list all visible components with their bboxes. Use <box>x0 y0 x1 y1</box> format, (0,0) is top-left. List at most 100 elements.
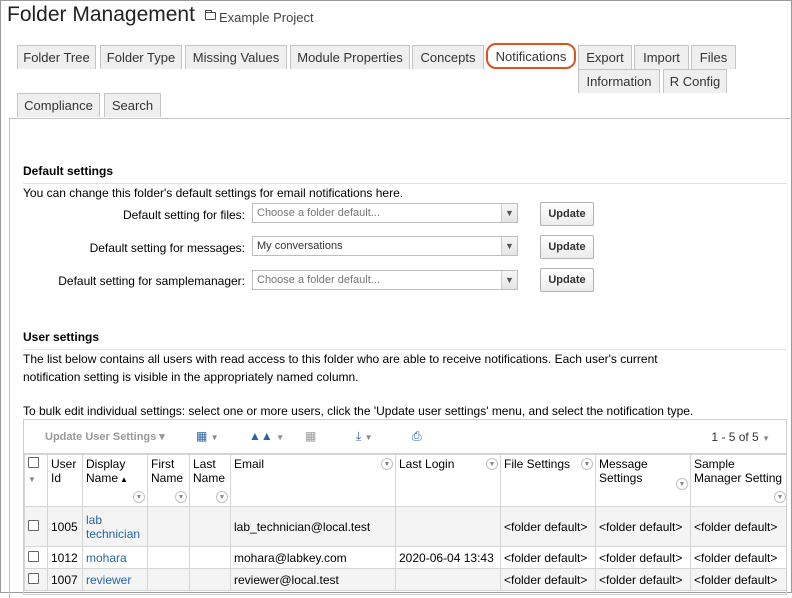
column-header-user-id[interactable]: User Id <box>47 454 83 507</box>
tab-files[interactable]: Files <box>691 45 736 69</box>
row-checkbox[interactable] <box>28 550 39 562</box>
column-header-last-login[interactable]: Last Login ▼ <box>395 454 501 507</box>
column-menu-icon[interactable]: ▼ <box>581 458 593 470</box>
tab-folder-type[interactable]: Folder Type <box>100 45 182 69</box>
update-files-button[interactable]: Update <box>540 202 594 226</box>
file-settings-cell: <folder default> <box>500 568 596 591</box>
tab-search[interactable]: Search <box>104 93 161 117</box>
download-icon[interactable]: ⤓ ▼ <box>356 429 373 444</box>
sample-manager-cell: <folder default> <box>690 506 786 547</box>
message-settings-cell: <folder default> <box>595 568 691 591</box>
column-menu-icon[interactable]: ▼ <box>774 491 786 503</box>
select-all-header[interactable]: ▼ <box>24 454 48 507</box>
select-all-checkbox[interactable] <box>28 457 39 468</box>
update-user-settings-menu[interactable]: Update User Settings ▾ <box>45 430 165 443</box>
row-checkbox-cell[interactable] <box>24 568 48 591</box>
column-header-display-name[interactable]: Display Name ▲ ▼ <box>82 454 148 507</box>
divider <box>23 183 787 184</box>
first-name-cell <box>147 568 190 591</box>
table-row: 1012 mohara mohara@labkey.com 2020-06-04… <box>24 546 786 569</box>
grid-view-icon[interactable]: ▦ ▼ <box>196 429 219 443</box>
messages-default-select[interactable]: My conversations ▼ <box>252 236 518 256</box>
last-login-cell <box>395 506 501 547</box>
user-settings-description-2: notification setting is visible in the a… <box>23 370 359 384</box>
column-header-first-name[interactable]: First Name ▼ <box>147 454 190 507</box>
tab-folder-tree[interactable]: Folder Tree <box>17 45 96 69</box>
column-menu-icon[interactable]: ▼ <box>486 458 498 470</box>
last-name-cell <box>189 546 231 569</box>
display-name-cell[interactable]: mohara <box>82 546 148 569</box>
file-settings-cell: <folder default> <box>500 546 596 569</box>
column-menu-icon[interactable]: ▼ <box>216 491 228 503</box>
tab-module-properties[interactable]: Module Properties <box>290 45 410 69</box>
chart-icon[interactable]: ▲▲ ▼ <box>249 429 284 443</box>
user-settings-description-1: The list below contains all users with r… <box>23 352 658 366</box>
project-breadcrumb[interactable]: Example Project <box>204 10 314 25</box>
column-menu-icon[interactable]: ▼ <box>133 491 145 503</box>
row-checkbox-cell[interactable] <box>24 546 48 569</box>
grid-toolbar: Update User Settings ▾ ▦ ▼ ▲▲ ▼ ▦ ⤓ ▼ ⎙ … <box>24 420 786 454</box>
user-id-cell: 1012 <box>47 546 83 569</box>
project-name[interactable]: Example Project <box>219 10 314 25</box>
messages-default-label: Default setting for messages: <box>89 241 245 255</box>
column-menu-icon[interactable]: ▼ <box>175 491 187 503</box>
row-checkbox[interactable] <box>28 572 39 584</box>
trash-icon[interactable]: ▦ <box>305 429 316 443</box>
column-menu-icon[interactable]: ▼ <box>676 478 688 490</box>
pagination-menu[interactable]: 1 - 5 of 5 ▼ <box>711 430 770 444</box>
last-login-cell <box>395 568 501 591</box>
tab-import[interactable]: Import <box>634 45 689 69</box>
display-name-link[interactable]: reviewer <box>86 573 131 587</box>
update-samplemanager-button[interactable]: Update <box>540 268 594 292</box>
last-login-cell: 2020-06-04 13:43 <box>395 546 501 569</box>
column-header-last-name[interactable]: Last Name ▼ <box>189 454 231 507</box>
update-messages-button[interactable]: Update <box>540 235 594 259</box>
user-settings-title: User settings <box>23 330 100 344</box>
email-cell: lab_technician@local.test <box>230 506 396 547</box>
file-settings-cell: <folder default> <box>500 506 596 547</box>
select-value: My conversations <box>257 240 343 252</box>
user-id-cell: 1007 <box>47 568 83 591</box>
tab-information[interactable]: Information <box>578 69 660 93</box>
select-value: Choose a folder default... <box>257 207 380 219</box>
column-header-email[interactable]: Email ▼ <box>230 454 396 507</box>
samplemanager-default-select[interactable]: Choose a folder default... ▼ <box>252 270 518 290</box>
tab-export[interactable]: Export <box>578 45 632 69</box>
tab-missing-values[interactable]: Missing Values <box>185 45 287 69</box>
email-cell: mohara@labkey.com <box>230 546 396 569</box>
sample-manager-cell: <folder default> <box>690 568 786 591</box>
default-settings-description: You can change this folder's default set… <box>23 186 404 200</box>
sort-ascending-icon: ▲ <box>120 475 128 484</box>
display-name-cell[interactable]: lab technician <box>82 506 148 547</box>
tab-notifications[interactable]: Notifications <box>486 43 576 69</box>
user-id-cell: 1005 <box>47 506 83 547</box>
row-checkbox-cell[interactable] <box>24 506 48 547</box>
print-icon[interactable]: ⎙ <box>412 429 422 444</box>
display-name-link[interactable]: lab technician <box>86 513 140 541</box>
display-name-link[interactable]: mohara <box>86 551 127 565</box>
table-header-row: ▼ User Id Display Name ▲ ▼ First Name ▼ Las… <box>24 454 786 507</box>
chevron-down-icon[interactable]: ▼ <box>501 237 517 255</box>
column-menu-icon[interactable]: ▼ <box>381 458 393 470</box>
column-header-message-settings[interactable]: Message Settings ▼ <box>595 454 691 507</box>
chevron-down-icon[interactable]: ▼ <box>501 271 517 289</box>
column-header-sample-manager-setting[interactable]: Sample Manager Setting ▼ <box>690 454 786 507</box>
default-settings-title: Default settings <box>23 164 114 178</box>
tab-r-config[interactable]: R Config <box>663 69 727 93</box>
divider <box>23 349 787 350</box>
page-title: Folder Management <box>7 3 195 26</box>
select-value: Choose a folder default... <box>257 274 380 286</box>
email-cell: reviewer@local.test <box>230 568 396 591</box>
column-header-file-settings[interactable]: File Settings ▼ <box>500 454 596 507</box>
user-settings-grid: Update User Settings ▾ ▦ ▼ ▲▲ ▼ ▦ ⤓ ▼ ⎙ … <box>23 419 787 595</box>
first-name-cell <box>147 506 190 547</box>
display-name-cell[interactable]: reviewer <box>82 568 148 591</box>
table-row: 1007 reviewer reviewer@local.test <folde… <box>24 568 786 591</box>
tab-concepts[interactable]: Concepts <box>412 45 484 69</box>
row-checkbox[interactable] <box>28 519 39 531</box>
files-default-select[interactable]: Choose a folder default... ▼ <box>252 203 518 223</box>
chevron-down-icon[interactable]: ▼ <box>501 204 517 222</box>
files-default-label: Default setting for files: <box>122 208 245 222</box>
message-settings-cell: <folder default> <box>595 546 691 569</box>
tab-compliance[interactable]: Compliance <box>17 93 100 117</box>
